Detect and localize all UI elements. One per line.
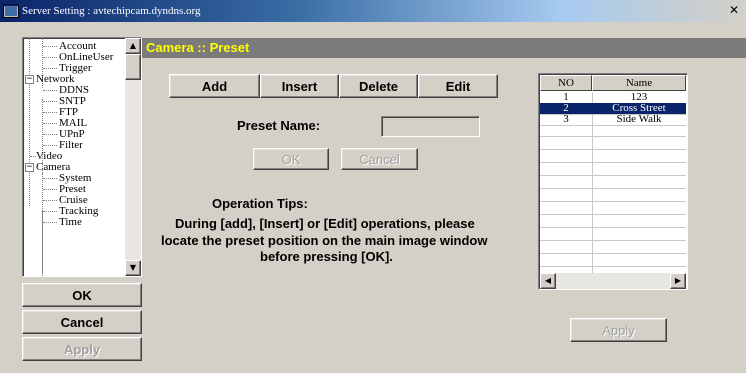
tree-line — [43, 90, 57, 91]
close-icon[interactable]: ✕ — [726, 3, 742, 17]
camera-collapse-toggle[interactable]: − — [25, 163, 34, 172]
tree-line — [43, 189, 57, 190]
tree-line — [42, 173, 43, 273]
preset-name-input[interactable] — [381, 116, 480, 137]
row-divider — [540, 162, 686, 163]
network-collapse-toggle[interactable]: − — [25, 75, 34, 84]
table-row-selected[interactable]: 2 Cross Street — [540, 103, 686, 114]
scroll-down-icon[interactable]: ▼ — [125, 260, 141, 276]
tree-item-time[interactable]: Time — [59, 217, 82, 228]
delete-button[interactable]: Delete — [339, 74, 418, 98]
tree-scrollbar[interactable]: ▲ ▼ — [125, 38, 141, 276]
tree-line — [43, 134, 57, 135]
scroll-up-icon[interactable]: ▲ — [125, 38, 141, 54]
tree-line — [43, 57, 57, 58]
add-button[interactable]: Add — [169, 74, 260, 98]
row-divider — [540, 149, 686, 150]
tree-line — [43, 222, 57, 223]
apply-button[interactable]: Apply — [22, 337, 142, 361]
table-row[interactable]: 3 Side Walk — [540, 114, 686, 125]
column-header-no[interactable]: NO — [540, 75, 592, 91]
tree-line — [43, 178, 57, 179]
row-divider — [540, 240, 686, 241]
tree-line — [43, 101, 57, 102]
row-divider — [540, 201, 686, 202]
tree-line — [43, 46, 57, 47]
scroll-right-icon[interactable]: ▶ — [670, 273, 686, 289]
tips-text-line: locate the preset position on the main i… — [161, 233, 488, 248]
row-divider — [540, 175, 686, 176]
tree-line — [43, 123, 57, 124]
tree-line — [43, 68, 57, 69]
row-divider — [540, 227, 686, 228]
row-no: 3 — [563, 113, 569, 125]
preset-ok-button[interactable]: OK — [253, 148, 329, 170]
tree-item-filter[interactable]: Filter — [59, 140, 83, 151]
insert-button[interactable]: Insert — [260, 74, 339, 98]
scroll-thumb[interactable] — [125, 54, 141, 80]
preset-name-label: Preset Name: — [237, 118, 321, 133]
row-divider — [540, 136, 686, 137]
tips-text-line: During [add], [Insert] or [Edit] operati… — [175, 216, 475, 231]
preset-list[interactable]: NO Name 1 123 2 Cross Street 3 Side Walk… — [538, 73, 688, 290]
edit-button[interactable]: Edit — [418, 74, 498, 98]
row-divider — [540, 266, 686, 267]
cancel-button[interactable]: Cancel — [22, 310, 142, 334]
settings-tree[interactable]: Account OnLineUser Trigger − Network DDN… — [22, 37, 142, 277]
preset-cancel-button[interactable]: Cancel — [341, 148, 418, 170]
list-horizontal-scrollbar[interactable]: ◀ ▶ — [540, 273, 686, 289]
column-header-name[interactable]: Name — [592, 75, 686, 91]
tips-title: Operation Tips: — [212, 196, 308, 211]
title-bar: Server Setting : avtechipcam.dyndns.org … — [0, 0, 746, 22]
row-name: Side Walk — [616, 113, 662, 125]
tree-line — [43, 145, 57, 146]
scroll-left-icon[interactable]: ◀ — [540, 273, 556, 289]
tree-line — [43, 211, 57, 212]
tree-line — [43, 200, 57, 201]
tree-line — [43, 112, 57, 113]
row-divider — [540, 214, 686, 215]
list-apply-button[interactable]: Apply — [570, 318, 667, 342]
ok-button[interactable]: OK — [22, 283, 142, 307]
page-title: Camera :: Preset — [142, 38, 746, 58]
tips-text-line: before pressing [OK]. — [260, 249, 393, 264]
app-window-icon — [3, 4, 19, 18]
row-divider — [540, 125, 686, 126]
window-title: Server Setting : avtechipcam.dyndns.org — [22, 5, 201, 17]
row-divider — [540, 188, 686, 189]
row-divider — [540, 253, 686, 254]
tree-line — [29, 38, 30, 206]
